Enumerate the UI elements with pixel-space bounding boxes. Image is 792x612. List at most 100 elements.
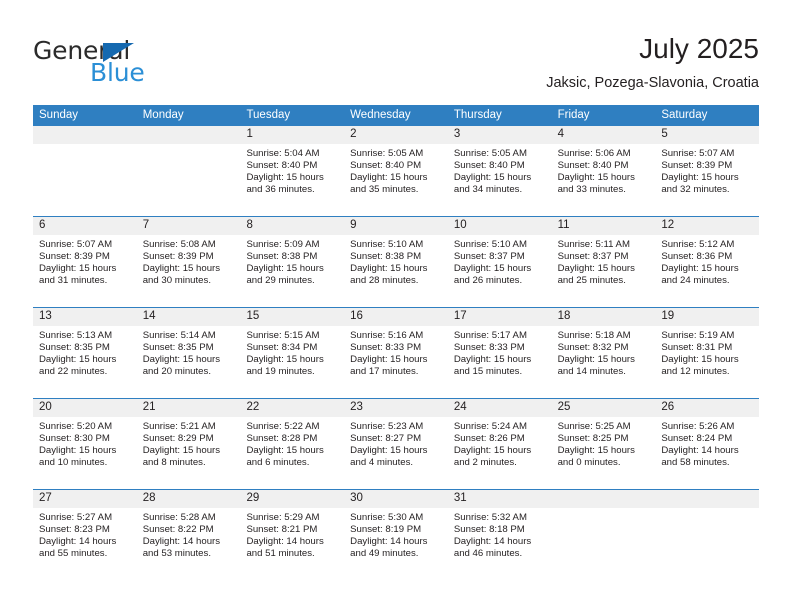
calendar-day-cell[interactable]: 29 Sunrise: 5:29 AM Sunset: 8:21 PM Dayligh… [240, 490, 345, 580]
sunset-time: Sunset: 8:39 PM [142, 251, 214, 263]
sunrise-time: Sunrise: 5:25 AM [557, 421, 631, 432]
calendar-day-cell[interactable]: 31 Sunrise: 5:32 AM Sunset: 8:18 PM Dayligh… [447, 490, 552, 580]
calendar-day-cell[interactable]: 3 Sunrise: 5:05 AM Sunset: 8:40 PM Daylight… [447, 126, 552, 216]
calendar-day-cell[interactable]: 17 Sunrise: 5:17 AM Sunset: 8:33 PM Dayligh… [447, 308, 552, 398]
calendar-day-cell[interactable]: 20 Sunrise: 5:20 AM Sunset: 8:30 PM Dayligh… [33, 399, 137, 489]
weekday-header-tuesday: Tuesday [246, 109, 291, 121]
day-details: Sunrise: 5:09 AM Sunset: 8:38 PM Daylight:… [240, 235, 344, 287]
calendar-day-cell[interactable]: 21 Sunrise: 5:21 AM Sunset: 8:29 PM Dayligh… [136, 399, 241, 489]
sunrise-time: Sunrise: 5:10 AM [350, 239, 424, 250]
sunset-time: Sunset: 8:40 PM [350, 160, 422, 172]
sunset-time: Sunset: 8:36 PM [661, 251, 733, 263]
calendar-day-cell[interactable]: 5 Sunrise: 5:07 AM Sunset: 8:39 PM Daylight… [655, 126, 760, 216]
daylight-duration: Daylight: 14 hours and 53 minutes. [142, 536, 221, 560]
sunset-time: Sunset: 8:25 PM [557, 433, 629, 445]
sunset-time: Sunset: 8:28 PM [246, 433, 318, 445]
calendar-day-cell[interactable]: 28 Sunrise: 5:28 AM Sunset: 8:22 PM Dayligh… [136, 490, 241, 580]
calendar-week-row: 6 Sunrise: 5:07 AM Sunset: 8:39 PM Daylight… [33, 216, 760, 307]
day-number: 8 [240, 217, 345, 235]
day-details: Sunrise: 5:32 AM Sunset: 8:18 PM Daylight:… [448, 508, 552, 560]
calendar-day-cell[interactable]: 24 Sunrise: 5:24 AM Sunset: 8:26 PM Dayligh… [447, 399, 552, 489]
calendar-day-cell-empty [655, 490, 760, 580]
daylight-duration: Daylight: 15 hours and 26 minutes. [453, 263, 532, 287]
day-number: 12 [655, 217, 760, 235]
calendar-day-cell[interactable]: 27 Sunrise: 5:27 AM Sunset: 8:23 PM Dayligh… [33, 490, 137, 580]
day-details: Sunrise: 5:21 AM Sunset: 8:29 PM Daylight:… [137, 417, 241, 469]
day-details: Sunrise: 5:26 AM Sunset: 8:24 PM Daylight:… [655, 417, 759, 469]
calendar-day-cell[interactable]: 7 Sunrise: 5:08 AM Sunset: 8:39 PM Daylight… [136, 217, 241, 307]
calendar-day-cell[interactable]: 26 Sunrise: 5:26 AM Sunset: 8:24 PM Dayligh… [655, 399, 760, 489]
daylight-duration: Daylight: 15 hours and 35 minutes. [350, 172, 428, 196]
calendar-day-cell[interactable]: 9 Sunrise: 5:10 AM Sunset: 8:38 PM Daylight… [344, 217, 448, 307]
day-details: Sunrise: 5:07 AM Sunset: 8:39 PM Daylight:… [655, 144, 759, 196]
sunset-time: Sunset: 8:37 PM [453, 251, 525, 263]
daylight-duration: Daylight: 15 hours and 32 minutes. [661, 172, 739, 196]
day-number: 9 [344, 217, 448, 235]
sunset-time: Sunset: 8:18 PM [453, 524, 525, 536]
calendar-day-cell[interactable]: 8 Sunrise: 5:09 AM Sunset: 8:38 PM Daylight… [240, 217, 345, 307]
calendar-day-cell[interactable]: 18 Sunrise: 5:18 AM Sunset: 8:32 PM Dayligh… [551, 308, 656, 398]
daylight-duration: Daylight: 15 hours and 25 minutes. [557, 263, 635, 287]
day-number [655, 490, 760, 508]
calendar-day-cell[interactable]: 15 Sunrise: 5:15 AM Sunset: 8:34 PM Dayligh… [240, 308, 345, 398]
sunset-time: Sunset: 8:21 PM [246, 524, 318, 536]
sunrise-time: Sunrise: 5:32 AM [453, 512, 527, 523]
sunrise-time: Sunrise: 5:18 AM [557, 330, 631, 341]
weekday-header-thursday: Thursday [453, 109, 502, 121]
calendar-day-cell[interactable]: 4 Sunrise: 5:06 AM Sunset: 8:40 PM Daylight… [551, 126, 656, 216]
sunrise-time: Sunrise: 5:05 AM [453, 148, 527, 159]
calendar-day-cell[interactable]: 30 Sunrise: 5:30 AM Sunset: 8:19 PM Dayligh… [344, 490, 448, 580]
calendar-day-cell[interactable]: 2 Sunrise: 5:05 AM Sunset: 8:40 PM Daylight… [344, 126, 448, 216]
day-details: Sunrise: 5:07 AM Sunset: 8:39 PM Daylight:… [33, 235, 137, 287]
day-details: Sunrise: 5:30 AM Sunset: 8:19 PM Daylight:… [344, 508, 448, 560]
calendar-day-cell[interactable]: 1 Sunrise: 5:04 AM Sunset: 8:40 PM Daylight… [240, 126, 345, 216]
calendar-day-cell[interactable]: 19 Sunrise: 5:19 AM Sunset: 8:31 PM Dayligh… [655, 308, 760, 398]
day-number: 13 [33, 308, 137, 326]
sunrise-time: Sunrise: 5:26 AM [661, 421, 735, 432]
day-details: Sunrise: 5:05 AM Sunset: 8:40 PM Daylight:… [448, 144, 552, 196]
day-details: Sunrise: 5:08 AM Sunset: 8:39 PM Daylight:… [137, 235, 241, 287]
sunset-time: Sunset: 8:29 PM [142, 433, 214, 445]
sunrise-time: Sunrise: 5:07 AM [661, 148, 735, 159]
day-details: Sunrise: 5:29 AM Sunset: 8:21 PM Daylight:… [240, 508, 344, 560]
day-number: 21 [136, 399, 241, 417]
day-number: 17 [447, 308, 552, 326]
day-details: Sunrise: 5:16 AM Sunset: 8:33 PM Daylight:… [344, 326, 448, 378]
brand-logo[interactable]: General Blue [33, 32, 253, 90]
calendar-day-cell[interactable]: 22 Sunrise: 5:22 AM Sunset: 8:28 PM Dayligh… [240, 399, 345, 489]
calendar-day-cell[interactable]: 23 Sunrise: 5:23 AM Sunset: 8:27 PM Dayligh… [344, 399, 448, 489]
sunrise-time: Sunrise: 5:16 AM [350, 330, 424, 341]
sunrise-time: Sunrise: 5:27 AM [39, 512, 113, 523]
daylight-duration: Daylight: 15 hours and 0 minutes. [557, 445, 635, 469]
sunrise-time: Sunrise: 5:09 AM [246, 239, 320, 250]
calendar-day-cell[interactable]: 11 Sunrise: 5:11 AM Sunset: 8:37 PM Dayligh… [551, 217, 656, 307]
calendar-day-cell[interactable]: 10 Sunrise: 5:10 AM Sunset: 8:37 PM Dayligh… [447, 217, 552, 307]
day-details: Sunrise: 5:24 AM Sunset: 8:26 PM Daylight:… [448, 417, 552, 469]
sunset-time: Sunset: 8:39 PM [661, 160, 733, 172]
calendar-day-cell[interactable]: 14 Sunrise: 5:14 AM Sunset: 8:35 PM Dayligh… [136, 308, 241, 398]
sunrise-time: Sunrise: 5:07 AM [39, 239, 113, 250]
brand-name-blue: Blue [90, 58, 145, 87]
sunset-time: Sunset: 8:38 PM [350, 251, 422, 263]
calendar-day-cell[interactable]: 16 Sunrise: 5:16 AM Sunset: 8:33 PM Dayligh… [344, 308, 448, 398]
calendar-day-cell[interactable]: 25 Sunrise: 5:25 AM Sunset: 8:25 PM Dayligh… [551, 399, 656, 489]
sunset-time: Sunset: 8:22 PM [142, 524, 214, 536]
day-details: Sunrise: 5:05 AM Sunset: 8:40 PM Daylight:… [344, 144, 448, 196]
day-details: Sunrise: 5:06 AM Sunset: 8:40 PM Daylight:… [552, 144, 656, 196]
daylight-duration: Daylight: 15 hours and 28 minutes. [350, 263, 428, 287]
day-number: 23 [344, 399, 448, 417]
calendar-day-cell[interactable]: 6 Sunrise: 5:07 AM Sunset: 8:39 PM Daylight… [33, 217, 137, 307]
sunset-time: Sunset: 8:33 PM [350, 342, 422, 354]
daylight-duration: Daylight: 15 hours and 24 minutes. [661, 263, 739, 287]
calendar-day-cell[interactable]: 13 Sunrise: 5:13 AM Sunset: 8:35 PM Dayligh… [33, 308, 137, 398]
sunrise-time: Sunrise: 5:13 AM [39, 330, 113, 341]
calendar-day-cell[interactable]: 12 Sunrise: 5:12 AM Sunset: 8:36 PM Dayligh… [655, 217, 760, 307]
day-details: Sunrise: 5:18 AM Sunset: 8:32 PM Daylight:… [552, 326, 656, 378]
daylight-duration: Daylight: 14 hours and 49 minutes. [350, 536, 428, 560]
calendar-week-row: 13 Sunrise: 5:13 AM Sunset: 8:35 PM Dayligh… [33, 307, 760, 398]
daylight-duration: Daylight: 15 hours and 20 minutes. [142, 354, 221, 378]
day-details: Sunrise: 5:17 AM Sunset: 8:33 PM Daylight:… [448, 326, 552, 378]
day-details: Sunrise: 5:14 AM Sunset: 8:35 PM Daylight:… [137, 326, 241, 378]
day-number: 15 [240, 308, 345, 326]
weekday-header-monday: Monday [142, 109, 184, 121]
